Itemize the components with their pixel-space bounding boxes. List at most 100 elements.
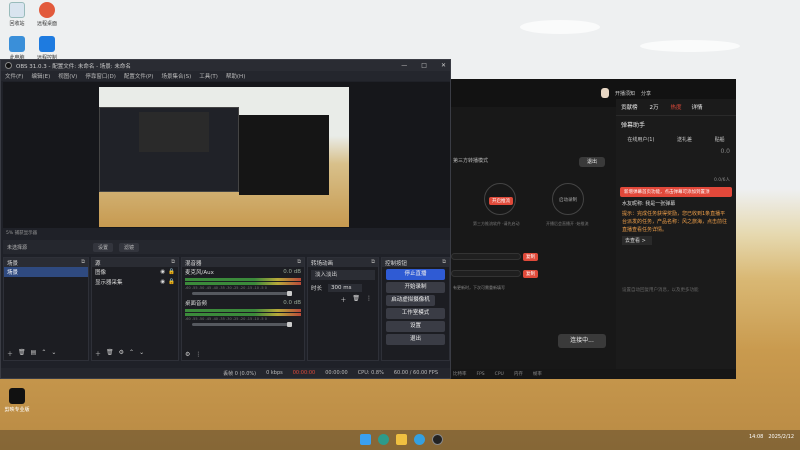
recycle-bin-icon bbox=[9, 2, 25, 18]
scene-item[interactable]: 场景 bbox=[4, 267, 88, 277]
menu-help[interactable]: 帮助(H) bbox=[226, 72, 245, 80]
dropped-frames: 丢帧 0 (0.0%) bbox=[223, 370, 257, 377]
controls-title: 控制按钮 bbox=[385, 261, 408, 267]
slider-handle[interactable] bbox=[287, 322, 292, 327]
telegram-icon[interactable] bbox=[414, 434, 425, 445]
dock-undock-icon[interactable]: ⧉ bbox=[81, 259, 85, 266]
obs-titlebar[interactable]: OBS 31.0.3 - 配置文件: 未命名 - 场景: 未命名 — □ ✕ bbox=[1, 60, 450, 71]
menu-view[interactable]: 视图(V) bbox=[58, 72, 77, 80]
tab-gift[interactable]: 贡献榜 bbox=[621, 103, 638, 111]
exit-button[interactable]: 退出 bbox=[579, 157, 605, 167]
lock-icon[interactable]: 🔒 bbox=[168, 269, 175, 275]
copy-key-button[interactable]: 复制 bbox=[523, 270, 538, 278]
desktop-icon-pc[interactable]: 此电脑 bbox=[2, 36, 32, 61]
desktop-volume-slider[interactable] bbox=[192, 322, 292, 327]
filter-icon[interactable]: ▤ bbox=[31, 349, 37, 358]
move-down-icon[interactable]: ⌄ bbox=[51, 349, 56, 358]
copy-server-button[interactable]: 复制 bbox=[523, 253, 538, 261]
close-icon[interactable]: ✕ bbox=[441, 62, 446, 69]
cloud bbox=[520, 20, 600, 34]
source-status: 5% 捕获显示器 bbox=[6, 231, 38, 236]
dock-undock-icon[interactable]: ⧉ bbox=[171, 259, 175, 266]
delete-icon[interactable]: 🗑 bbox=[18, 349, 26, 358]
meter-scale: -60 -55 -50 -45 -40 -35 -30 -25 -20 -15 … bbox=[185, 286, 267, 290]
clock[interactable]: 14:08 bbox=[749, 434, 763, 440]
tab-online-users[interactable]: 在线用户(1) bbox=[627, 136, 654, 143]
visibility-icon[interactable]: ◉ bbox=[160, 279, 165, 285]
key-field[interactable] bbox=[451, 270, 521, 277]
edge-icon[interactable] bbox=[378, 434, 389, 445]
date[interactable]: 2025/2/12 bbox=[768, 434, 794, 440]
slider-handle[interactable] bbox=[287, 291, 292, 296]
avatar[interactable] bbox=[601, 88, 609, 98]
stop-streaming-button[interactable]: 停止直播 bbox=[386, 269, 445, 280]
scenes-title: 场景 bbox=[7, 261, 19, 267]
nested-preview bbox=[139, 112, 209, 152]
more-icon[interactable]: ⋮ bbox=[195, 351, 201, 358]
add-icon[interactable]: ＋ bbox=[95, 349, 101, 358]
move-up-icon[interactable]: ⌃ bbox=[41, 349, 46, 358]
add-icon[interactable]: ＋ bbox=[340, 295, 346, 304]
studio-mode-button[interactable]: 工作室模式 bbox=[386, 308, 445, 319]
virtual-camera-button[interactable]: 启动虚拟摄像机 bbox=[386, 295, 435, 306]
move-down-icon[interactable]: ⌄ bbox=[139, 349, 144, 358]
desktop-icon-remote[interactable]: 远程桌面 bbox=[32, 2, 62, 27]
source-settings-button[interactable]: 设置 bbox=[93, 242, 114, 252]
source-item-display[interactable]: 显示器采集 ◉ 🔒 bbox=[92, 277, 178, 287]
advanced-audio-icon[interactable]: ⚙ bbox=[185, 351, 190, 358]
new-feature-banner[interactable]: 新增弹幕首页功能，点击弹幕可添加到置顶 bbox=[620, 187, 732, 197]
source-filters-button[interactable]: 滤镜 bbox=[119, 242, 140, 252]
mic-meter-2 bbox=[185, 282, 301, 285]
transition-select[interactable]: 淡入淡出 bbox=[311, 270, 375, 280]
move-up-icon[interactable]: ⌃ bbox=[129, 349, 134, 358]
tab-boat[interactable]: 贴船 bbox=[715, 136, 725, 143]
obs-preview[interactable] bbox=[3, 82, 450, 228]
minimize-icon[interactable]: — bbox=[401, 62, 407, 69]
obs-taskbar-icon[interactable] bbox=[432, 434, 443, 445]
delete-icon[interactable]: 🗑 bbox=[106, 349, 114, 358]
refill-hint: 有更新时，下次可需重新填写 bbox=[453, 285, 505, 290]
live-notice-link[interactable]: 开播须知 bbox=[615, 90, 635, 97]
tab-hot[interactable]: 热度 bbox=[671, 103, 682, 111]
task-link[interactable]: 去查看 > bbox=[622, 236, 652, 245]
remote-desktop-icon bbox=[39, 2, 55, 18]
share-button[interactable]: 分享 bbox=[641, 90, 651, 97]
delete-icon[interactable]: 🗑 bbox=[352, 295, 360, 304]
menu-scene-collection[interactable]: 场景集合(S) bbox=[161, 72, 191, 80]
menu-file[interactable]: 文件(F) bbox=[5, 72, 23, 80]
dock-undock-icon[interactable]: ⧉ bbox=[297, 259, 301, 266]
start-icon[interactable] bbox=[360, 434, 371, 445]
duration-label: 时长 bbox=[311, 286, 323, 292]
menu-edit[interactable]: 编辑(E) bbox=[31, 72, 50, 80]
dock-undock-icon[interactable]: ⧉ bbox=[371, 259, 375, 266]
maximize-icon[interactable]: □ bbox=[421, 62, 427, 69]
dock-undock-icon[interactable]: ⧉ bbox=[442, 259, 446, 266]
menu-tools[interactable]: 工具(T) bbox=[199, 72, 218, 80]
push-node-tag: 开启推流 bbox=[489, 197, 513, 205]
duration-input[interactable]: 300 ms bbox=[328, 284, 362, 292]
node-desc-2: 开播后会直播开 ·始推流 bbox=[546, 221, 589, 226]
settings-button[interactable]: 设置 bbox=[386, 321, 445, 332]
tab-gift-diff[interactable]: 送礼差 bbox=[677, 136, 692, 143]
lock-icon[interactable]: 🔒 bbox=[168, 279, 175, 285]
add-icon[interactable]: ＋ bbox=[7, 349, 13, 358]
desktop-icon-jianying[interactable]: 剪映专业版 bbox=[2, 388, 32, 413]
mixer-dock: 混音器 ⧉ 麦克风/Aux 0.0 dB -60 -55 -50 -45 -40 -… bbox=[181, 257, 305, 361]
mic-volume-slider[interactable] bbox=[192, 291, 292, 296]
app-status-bar: 比特率 FPS CPU 内存 帧率 bbox=[451, 369, 736, 379]
desktop-icon-recycle[interactable]: 回收站 bbox=[2, 2, 32, 27]
server-field[interactable] bbox=[451, 253, 521, 260]
visibility-icon[interactable]: ◉ bbox=[160, 269, 165, 275]
tab-detail[interactable]: 详情 bbox=[692, 103, 703, 111]
start-recording-button[interactable]: 开始录制 bbox=[386, 282, 445, 293]
source-item-image[interactable]: 图像 ◉ 🔒 bbox=[92, 267, 178, 277]
gear-icon[interactable]: ⚙ bbox=[119, 349, 124, 358]
explorer-icon[interactable] bbox=[396, 434, 407, 445]
menu-profile[interactable]: 配置文件(P) bbox=[124, 72, 154, 80]
connect-button[interactable]: 连接中... bbox=[558, 334, 606, 348]
exit-button[interactable]: 退出 bbox=[386, 334, 445, 345]
mixer-track-mic: 麦克风/Aux 0.0 dB bbox=[185, 269, 301, 276]
desktop-icon-remote-ctrl[interactable]: 远程控制 bbox=[32, 36, 62, 61]
more-icon[interactable]: ⋮ bbox=[366, 295, 372, 304]
menu-docks[interactable]: 停靠窗口(D) bbox=[85, 72, 116, 80]
